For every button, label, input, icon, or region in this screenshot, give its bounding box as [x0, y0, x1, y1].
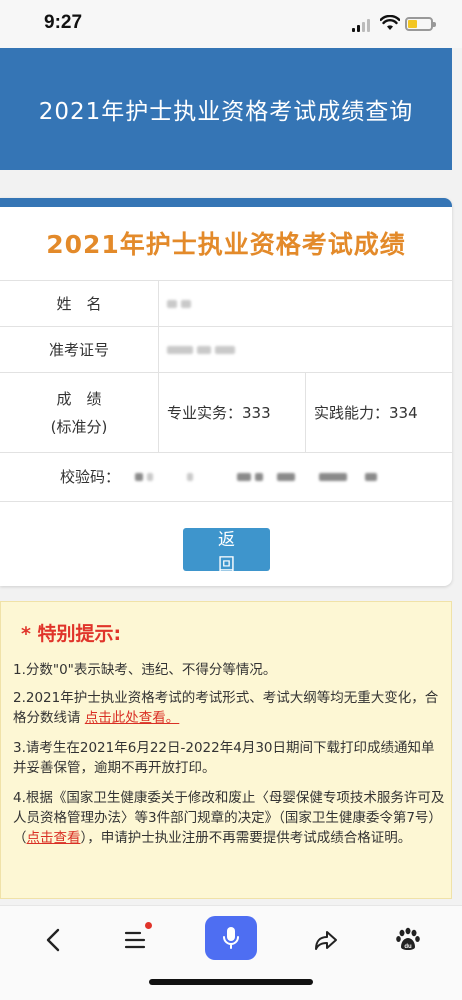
baidu-paw-icon: du — [396, 927, 420, 950]
name-label: 姓 名 — [56, 294, 102, 313]
status-bar: 9:27 — [0, 0, 462, 48]
check-code-redacted — [135, 453, 381, 501]
menu-icon — [124, 931, 146, 949]
voice-search-button[interactable] — [205, 916, 257, 960]
notification-dot — [145, 922, 152, 929]
page-header: 2021年护士执业资格考试成绩查询 — [0, 48, 452, 170]
check-code-label: 校验码： — [59, 468, 120, 486]
notice-item-4: 4.根据《国家卫生健康委关于修改和废止〈母婴保健专项技术服务许可及人员资格管理办… — [13, 788, 445, 848]
back-button[interactable]: 返 回 — [183, 528, 270, 574]
share-icon — [315, 931, 337, 950]
notice-item-1: 1.分数"0"表示缺考、违纪、不得分等情况。 — [13, 662, 277, 678]
baidu-text: du — [404, 944, 412, 950]
nav-back-button[interactable] — [32, 918, 76, 962]
name-value-redacted — [158, 281, 452, 326]
notice-item-2: 2.2021年护士执业资格考试的考试形式、考试大纲等均无重大变化，合格分数线请 … — [13, 688, 445, 728]
back-icon — [46, 928, 60, 952]
score-label-line1: 成 绩 — [56, 389, 102, 408]
nav-baidu-button[interactable]: du — [386, 918, 430, 962]
ticket-number-label: 准考证号 — [48, 340, 109, 359]
card-top-bar — [0, 198, 452, 207]
score-label: 成 绩 (标准分) — [0, 373, 158, 452]
special-notice: * 特别提示: 1.分数"0"表示缺考、违纪、不得分等情况。 2.2021年护士… — [0, 601, 452, 899]
nav-share-button[interactable] — [304, 918, 348, 962]
passing-score-link[interactable]: 点击此处查看。 — [85, 710, 180, 726]
table-row-ticket: 准考证号 — [0, 326, 452, 372]
wifi-icon — [380, 15, 400, 30]
table-row-name: 姓 名 — [0, 280, 452, 326]
bottom-nav-bar: du — [0, 905, 462, 1000]
battery-icon — [405, 17, 436, 31]
regulation-link[interactable]: 点击查看 — [27, 830, 81, 846]
status-time: 9:27 — [44, 12, 83, 33]
ticket-number-redacted — [158, 327, 452, 372]
notice-title: * 特别提示: — [21, 623, 122, 645]
notice-item-3: 3.请考生在2021年6月22日-2022年4月30日期间下载打印成绩通知单并妥… — [13, 740, 435, 776]
notice-item-2-text: 2.2021年护士执业资格考试的考试形式、考试大纲等均无重大变化，合格分数线请 — [13, 690, 439, 726]
page-title: 2021年护士执业资格考试成绩查询 — [38, 99, 414, 125]
home-indicator — [149, 979, 313, 985]
notice-item-4-text-b: ），申请护士执业注册不再需要提供考试成绩合格证明。 — [80, 830, 412, 846]
table-row-score: 成 绩 (标准分) 专业实务：333 实践能力：334 — [0, 372, 452, 452]
nav-menu-button[interactable] — [114, 918, 158, 962]
cellular-signal-icon — [352, 18, 372, 32]
score-label-line2: (标准分) — [50, 417, 108, 436]
card-title: 2021年护士执业资格考试成绩 — [46, 230, 406, 259]
score-practice: 实践能力：334 — [305, 373, 452, 452]
mic-icon — [223, 927, 239, 949]
table-row-check-code: 校验码： — [0, 452, 452, 502]
